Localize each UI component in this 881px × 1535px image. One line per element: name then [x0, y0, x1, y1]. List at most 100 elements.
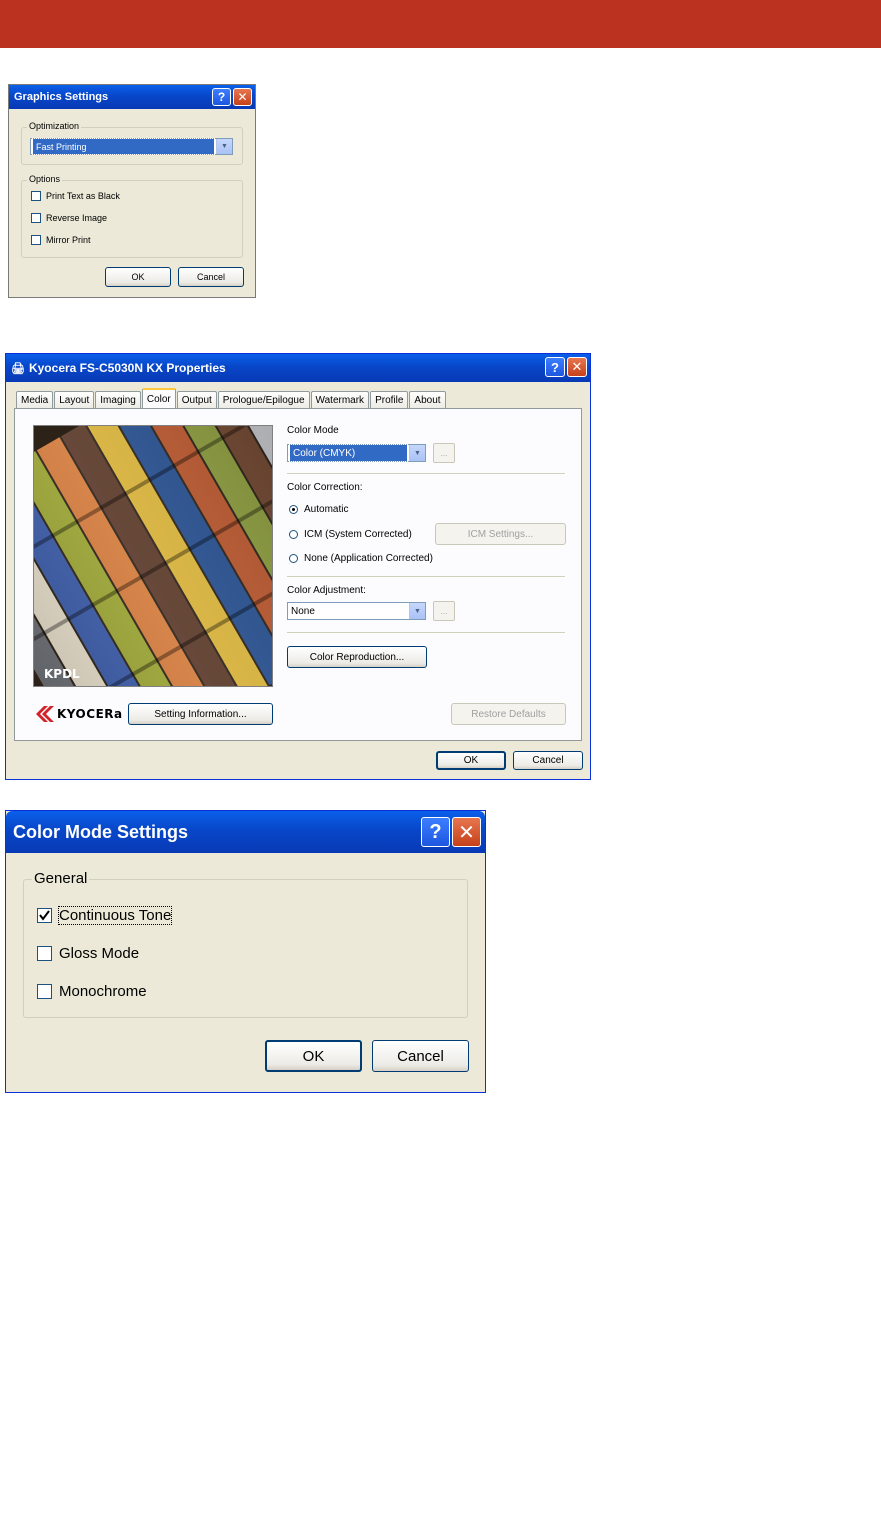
- close-icon[interactable]: ✕: [567, 357, 587, 377]
- preview-caption: KPDL: [44, 667, 80, 681]
- checkbox-box[interactable]: [37, 946, 52, 961]
- tab-strip: Media Layout Imaging Color Output Prolog…: [16, 388, 447, 408]
- tab-about[interactable]: About: [409, 391, 446, 408]
- color-mode-options-button[interactable]: ...: [433, 443, 455, 463]
- setting-information-label: Setting Information...: [154, 708, 247, 720]
- close-icon[interactable]: ✕: [233, 88, 252, 106]
- kyocera-logo: KYOCERa: [36, 706, 123, 722]
- checkmark-icon: [39, 910, 50, 921]
- gloss-mode-label: Gloss Mode: [59, 945, 140, 962]
- radio-button[interactable]: [289, 554, 298, 563]
- cancel-button[interactable]: Cancel: [178, 267, 244, 287]
- continuous-tone-checkbox[interactable]: Continuous Tone: [37, 906, 173, 925]
- crayons-image: KPDL: [34, 426, 272, 686]
- help-icon[interactable]: ?: [212, 88, 231, 106]
- print-text-as-black-label: Print Text as Black: [46, 191, 120, 201]
- color-mode-settings-title: Color Mode Settings: [13, 821, 188, 842]
- monochrome-checkbox[interactable]: Monochrome: [37, 983, 147, 1000]
- reverse-image-label: Reverse Image: [46, 213, 108, 223]
- tab-label: Media: [21, 394, 49, 406]
- divider: [287, 473, 565, 475]
- tab-profile[interactable]: Profile: [370, 391, 409, 408]
- checkbox-box[interactable]: [37, 908, 52, 923]
- color-mode-dropdown[interactable]: Color (CMYK) ▼: [287, 444, 426, 462]
- mirror-print-label: Mirror Print: [46, 235, 91, 245]
- gloss-mode-checkbox[interactable]: Gloss Mode: [37, 945, 139, 962]
- tab-color[interactable]: Color: [141, 388, 176, 408]
- cancel-label: Cancel: [196, 272, 225, 282]
- cancel-button[interactable]: Cancel: [372, 1040, 469, 1072]
- radio-button[interactable]: [289, 505, 298, 514]
- ok-button[interactable]: OK: [436, 751, 506, 770]
- tab-output[interactable]: Output: [176, 391, 217, 408]
- help-icon[interactable]: ?: [545, 357, 565, 377]
- optimization-label: Optimization: [27, 121, 82, 131]
- divider: [287, 632, 565, 634]
- cancel-button[interactable]: Cancel: [513, 751, 583, 770]
- help-icon[interactable]: ?: [421, 817, 450, 847]
- checkbox-box[interactable]: [31, 191, 41, 201]
- checkbox-box[interactable]: [31, 235, 41, 245]
- restore-defaults-button[interactable]: Restore Defaults: [451, 703, 566, 725]
- color-mode-value: Color (CMYK): [289, 444, 408, 462]
- optimization-value: Fast Printing: [32, 138, 215, 155]
- general-label: General: [32, 870, 90, 887]
- tab-label: Layout: [59, 394, 90, 406]
- ellipsis-label: ...: [440, 448, 448, 458]
- printer-icon: 🖨: [11, 362, 25, 375]
- kyocera-logo-text: KYOCERa: [57, 707, 123, 721]
- monochrome-label: Monochrome: [59, 983, 147, 1000]
- radio-button[interactable]: [289, 530, 298, 539]
- color-reproduction-label: Color Reproduction...: [309, 651, 405, 663]
- automatic-radio[interactable]: Automatic: [289, 504, 348, 515]
- tab-label: Color: [146, 393, 171, 405]
- tab-media[interactable]: Media: [16, 391, 54, 408]
- color-correction-label: Color Correction:: [287, 482, 363, 493]
- setting-information-button[interactable]: Setting Information...: [128, 703, 273, 725]
- mirror-print-checkbox[interactable]: Mirror Print: [31, 235, 91, 245]
- close-icon[interactable]: ✕: [452, 817, 481, 847]
- divider: [287, 576, 565, 578]
- graphics-settings-title: Graphics Settings: [14, 91, 109, 103]
- tab-watermark[interactable]: Watermark: [310, 391, 370, 408]
- chevron-down-icon[interactable]: ▼: [409, 603, 425, 619]
- chevron-down-icon[interactable]: ▼: [216, 139, 232, 154]
- checkbox-box[interactable]: [31, 213, 41, 223]
- color-adjustment-options-button[interactable]: ...: [433, 601, 455, 621]
- none-label: None (Application Corrected): [304, 553, 433, 564]
- graphics-settings-dialog: Graphics Settings ? ✕ Optimization Fast …: [8, 84, 256, 298]
- checkbox-box[interactable]: [37, 984, 52, 999]
- tab-label: Imaging: [100, 394, 136, 406]
- color-adjustment-label: Color Adjustment:: [287, 585, 366, 596]
- icm-settings-label: ICM Settings...: [467, 528, 534, 540]
- top-banner: [0, 0, 881, 48]
- icm-settings-button[interactable]: ICM Settings...: [435, 523, 566, 545]
- print-text-as-black-checkbox[interactable]: Print Text as Black: [31, 191, 120, 201]
- ok-label: OK: [463, 755, 479, 766]
- kyocera-properties-dialog: 🖨 Kyocera FS-C5030N KX Properties ? ✕ Me…: [5, 353, 591, 780]
- ok-label: OK: [131, 272, 145, 282]
- ellipsis-label: ...: [440, 606, 448, 616]
- continuous-tone-label: Continuous Tone: [57, 906, 173, 925]
- properties-titlebar[interactable]: 🖨 Kyocera FS-C5030N KX Properties ? ✕: [6, 354, 590, 382]
- color-reproduction-button[interactable]: Color Reproduction...: [287, 646, 427, 668]
- optimization-dropdown[interactable]: Fast Printing ▼: [30, 138, 233, 155]
- ok-button[interactable]: OK: [105, 267, 171, 287]
- graphics-settings-titlebar[interactable]: Graphics Settings ? ✕: [9, 85, 255, 109]
- chevron-down-icon[interactable]: ▼: [409, 445, 425, 461]
- cancel-label: Cancel: [532, 755, 564, 766]
- options-label: Options: [27, 174, 63, 184]
- tab-layout[interactable]: Layout: [54, 391, 95, 408]
- reverse-image-checkbox[interactable]: Reverse Image: [31, 213, 107, 223]
- color-adjustment-dropdown[interactable]: None ▼: [287, 602, 426, 620]
- tab-label: About: [414, 394, 441, 406]
- tab-prologue-epilogue[interactable]: Prologue/Epilogue: [217, 391, 310, 408]
- restore-defaults-label: Restore Defaults: [471, 708, 546, 720]
- none-radio[interactable]: None (Application Corrected): [289, 553, 433, 564]
- icm-radio[interactable]: ICM (System Corrected): [289, 529, 412, 540]
- color-mode-titlebar[interactable]: Color Mode Settings ? ✕: [6, 811, 485, 853]
- tab-label: Watermark: [315, 394, 365, 406]
- ok-button[interactable]: OK: [265, 1040, 362, 1072]
- color-mode-label: Color Mode: [287, 425, 339, 436]
- tab-imaging[interactable]: Imaging: [95, 391, 141, 408]
